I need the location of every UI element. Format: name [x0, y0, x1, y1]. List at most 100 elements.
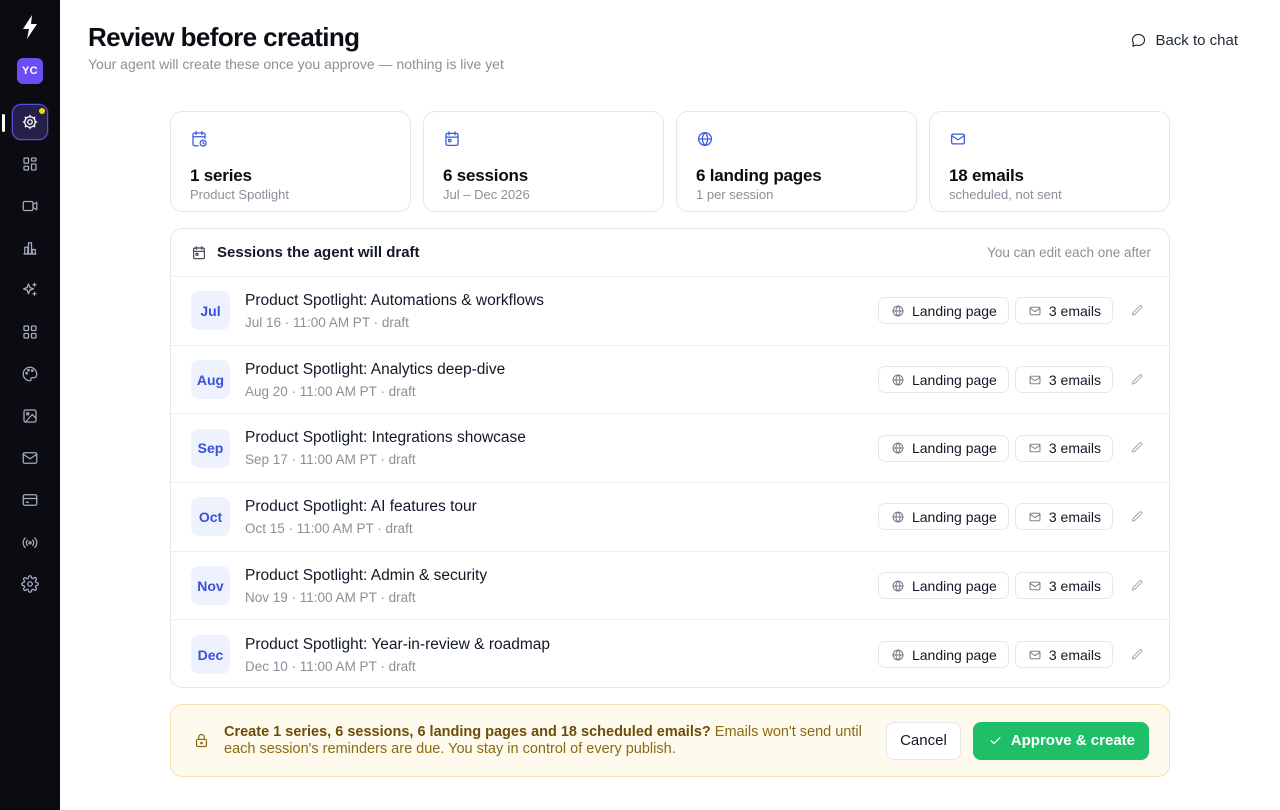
edit-session-button[interactable] [1123, 503, 1151, 531]
edit-session-button[interactable] [1123, 641, 1151, 669]
emails-label: 3 emails [1048, 646, 1101, 663]
session-title: Product Spotlight: Analytics deep-dive [245, 360, 506, 378]
emails-button[interactable]: 3 emails [1014, 297, 1113, 325]
session-row[interactable]: Dec Product Spotlight: Year-in-review & … [171, 620, 1169, 687]
pencil-icon [1131, 305, 1143, 316]
mail-icon [1029, 581, 1041, 590]
edit-session-button[interactable] [1123, 297, 1151, 325]
image-icon [23, 409, 37, 423]
calendar-icon [445, 131, 459, 147]
sidebar-item-dashboard[interactable] [12, 146, 48, 182]
sidebar-item-ai[interactable] [12, 272, 48, 308]
sidebar-item-email[interactable] [12, 440, 48, 476]
stat-sub: Product Spotlight [190, 187, 290, 202]
check-icon [990, 737, 1001, 745]
globe-icon [697, 131, 713, 147]
emails-button[interactable]: 3 emails [1014, 503, 1113, 531]
month-badge: Dec [191, 635, 230, 675]
notification-dot [39, 108, 45, 114]
session-title: Product Spotlight: Automations & workflo… [245, 291, 544, 309]
sidebar-item-billing[interactable] [12, 482, 48, 518]
globe-icon [892, 305, 904, 317]
session-row[interactable]: Jul Product Spotlight: Automations & wor… [171, 277, 1169, 346]
sidebar-item-apps[interactable] [12, 314, 48, 350]
stat-sub: scheduled, not sent [949, 187, 1062, 202]
landing-page-label: Landing page [911, 440, 997, 457]
approve-create-button[interactable]: Approve & create [972, 721, 1149, 760]
month-badge: Nov [191, 566, 230, 606]
mail-icon [1029, 443, 1041, 453]
emails-label: 3 emails [1048, 302, 1101, 319]
sidebar-item-branding[interactable] [12, 356, 48, 392]
stat-value: 1 series [190, 166, 252, 185]
stat-card-landing-pages: 6 landing pages 1 per session [676, 111, 917, 212]
mail-icon [1029, 375, 1041, 384]
session-text: Product Spotlight: Analytics deep-dive A… [245, 361, 505, 399]
landing-page-button[interactable]: Landing page [877, 297, 1009, 325]
emails-button[interactable]: 3 emails [1014, 366, 1113, 394]
landing-page-button[interactable]: Landing page [877, 366, 1009, 394]
emails-button[interactable]: 3 emails [1014, 641, 1113, 669]
session-meta: Jul 16 · 11:00 AM PT · draft [245, 314, 409, 330]
pencil-icon [1131, 579, 1143, 591]
session-row[interactable]: Sep Product Spotlight: Integrations show… [171, 414, 1169, 484]
edit-session-button[interactable] [1123, 572, 1151, 600]
session-text: Product Spotlight: Admin & security Nov … [245, 567, 487, 605]
sidebar-item-media[interactable] [12, 398, 48, 434]
emails-button[interactable]: 3 emails [1014, 572, 1113, 600]
mail-icon [22, 452, 38, 464]
session-actions: Landing page 3 emails [877, 434, 1151, 462]
sessions-panel-title: Sessions the agent will draft [217, 244, 420, 261]
month-badge: Sep [191, 428, 230, 468]
stat-value: 18 emails [949, 166, 1024, 185]
landing-page-button[interactable]: Landing page [877, 572, 1009, 600]
globe-icon [892, 511, 904, 523]
sidebar-item-broadcast[interactable] [12, 524, 48, 560]
sidebar-item-analytics[interactable] [12, 230, 48, 266]
stat-card-emails: 18 emails scheduled, not sent [929, 111, 1170, 212]
broadcast-icon [22, 537, 38, 549]
session-text: Product Spotlight: Automations & workflo… [245, 292, 544, 330]
lock-icon [195, 733, 208, 748]
edit-session-button[interactable] [1123, 366, 1151, 394]
sidebar-item-settings[interactable] [12, 566, 48, 602]
calendar-clock-icon [192, 130, 207, 147]
back-to-chat-button[interactable]: Back to chat [1130, 32, 1238, 49]
brand-logo-icon[interactable] [19, 14, 41, 40]
emails-label: 3 emails [1048, 577, 1101, 594]
sidebar: YC [0, 0, 60, 810]
avatar[interactable]: YC [17, 58, 43, 84]
landing-page-label: Landing page [911, 508, 997, 525]
emails-label: 3 emails [1048, 440, 1101, 457]
session-title: Product Spotlight: Year-in-review & road… [245, 635, 550, 653]
sidebar-item-agent[interactable] [12, 104, 48, 140]
grid-icon [23, 157, 37, 171]
calendar-icon [193, 245, 205, 259]
pencil-icon [1131, 649, 1143, 660]
globe-icon [892, 649, 904, 661]
session-row[interactable]: Aug Product Spotlight: Analytics deep-di… [171, 346, 1169, 415]
landing-page-button[interactable]: Landing page [877, 641, 1009, 669]
cancel-button[interactable]: Cancel [886, 721, 961, 760]
page-subtitle: Your agent will create these once you ap… [88, 56, 504, 72]
stat-value: 6 landing pages [696, 166, 822, 185]
globe-icon [892, 442, 904, 454]
month-badge: Aug [191, 360, 230, 400]
active-indicator [2, 114, 5, 132]
edit-session-button[interactable] [1123, 434, 1151, 462]
session-meta: Oct 15 · 11:00 AM PT · draft [245, 520, 413, 536]
session-row[interactable]: Nov Product Spotlight: Admin & security … [171, 552, 1169, 621]
landing-page-button[interactable]: Landing page [877, 503, 1009, 531]
bar-chart-icon [23, 242, 37, 255]
landing-page-label: Landing page [911, 371, 997, 388]
mail-icon [1029, 306, 1041, 316]
session-actions: Landing page 3 emails [877, 503, 1151, 531]
emails-button[interactable]: 3 emails [1014, 434, 1113, 462]
session-meta: Dec 10 · 11:00 AM PT · draft [245, 658, 416, 674]
session-text: Product Spotlight: Integrations showcase… [245, 429, 526, 467]
stat-card-series: 1 series Product Spotlight [170, 111, 411, 212]
gear-icon [21, 575, 39, 593]
sidebar-item-video[interactable] [12, 188, 48, 224]
landing-page-button[interactable]: Landing page [877, 434, 1009, 462]
session-row[interactable]: Oct Product Spotlight: AI features tour … [171, 483, 1169, 552]
